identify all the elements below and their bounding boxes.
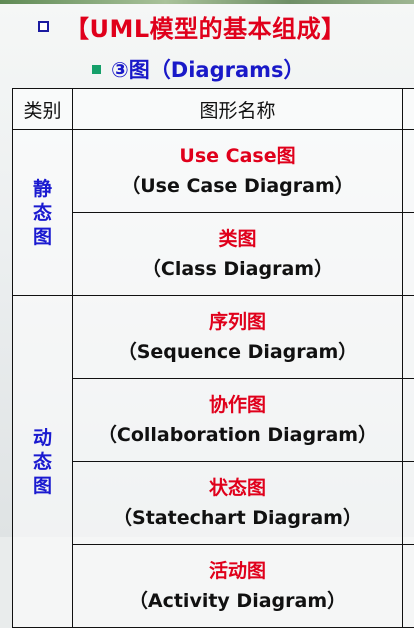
diagram-name-cn: 协作图 (73, 390, 402, 420)
table-row: 活动图 （Activity Diagram） (13, 545, 414, 628)
diagram-name-cell: 协作图 （Collaboration Diagram） (73, 379, 403, 462)
diagram-name-en: （Use Case Diagram） (73, 171, 402, 201)
solid-square-bullet-icon (92, 65, 101, 74)
category-char: 图 (13, 474, 72, 498)
table-row: 类图 （Class Diagram） (13, 213, 414, 296)
extra-cell (403, 379, 414, 462)
category-static: 静 态 图 (13, 130, 73, 296)
table-row: 静 态 图 Use Case图 （Use Case Diagram） (13, 130, 414, 213)
slide-subheading: ③图（Diagrams） (92, 53, 305, 85)
diagram-name-en: （Collaboration Diagram） (73, 420, 402, 450)
header-diagram-name: 图形名称 (73, 89, 403, 130)
diagram-name-cn: 类图 (73, 224, 402, 254)
category-char: 态 (13, 201, 72, 225)
table-row: 状态图 （Statechart Diagram） (13, 462, 414, 545)
extra-cell (403, 462, 414, 545)
table-row: 协作图 （Collaboration Diagram） (13, 379, 414, 462)
slide-heading: 【UML模型的基本组成】 (38, 4, 346, 48)
extra-cell (403, 213, 414, 296)
hollow-square-bullet-icon (38, 21, 49, 32)
category-char: 动 (13, 426, 72, 450)
category-dynamic: 动 态 图 (13, 296, 73, 628)
diagram-name-en: （Class Diagram） (73, 254, 402, 284)
extra-cell (403, 296, 414, 379)
diagram-name-cn: Use Case图 (73, 141, 402, 171)
slide-title: 【UML模型的基本组成】 (65, 9, 346, 44)
category-char: 图 (13, 225, 72, 249)
category-char: 态 (13, 450, 72, 474)
header-extra-column (403, 89, 414, 130)
diagram-name-cell: 类图 （Class Diagram） (73, 213, 403, 296)
diagram-table: 类别 图形名称 静 态 图 Use Case图 （Use Case Diagra… (12, 88, 414, 628)
diagram-name-cell: 状态图 （Statechart Diagram） (73, 462, 403, 545)
diagram-name-cn: 序列图 (73, 307, 402, 337)
extra-cell (403, 130, 414, 213)
diagram-name-en: （Activity Diagram） (73, 586, 402, 616)
diagram-name-cn: 活动图 (73, 556, 402, 586)
diagram-name-en: （Statechart Diagram） (73, 503, 402, 533)
diagram-name-cell: Use Case图 （Use Case Diagram） (73, 130, 403, 213)
diagram-name-cell: 序列图 （Sequence Diagram） (73, 296, 403, 379)
diagram-name-cell: 活动图 （Activity Diagram） (73, 545, 403, 628)
diagram-name-en: （Sequence Diagram） (73, 337, 402, 367)
table-row: 动 态 图 序列图 （Sequence Diagram） (13, 296, 414, 379)
table-header-row: 类别 图形名称 (13, 89, 414, 130)
header-category: 类别 (13, 89, 73, 130)
diagram-name-cn: 状态图 (73, 473, 402, 503)
slide-subtitle: ③图（Diagrams） (111, 54, 305, 84)
category-char: 静 (13, 177, 72, 201)
extra-cell (403, 545, 414, 628)
